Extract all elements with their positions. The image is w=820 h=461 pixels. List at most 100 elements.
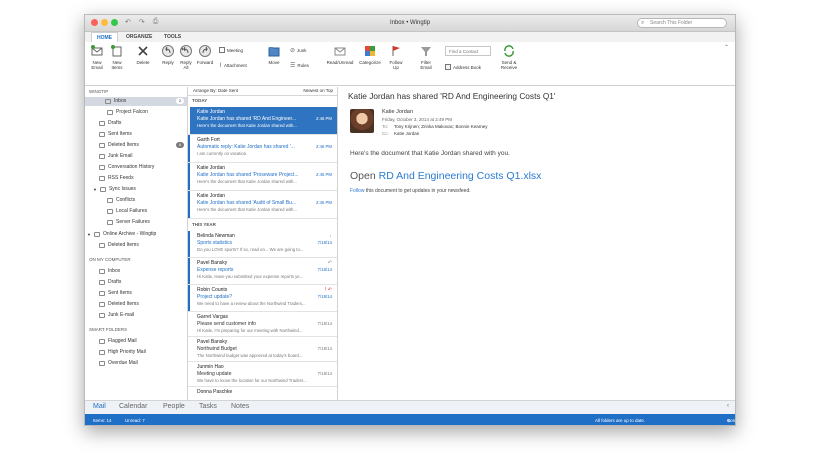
follow-up-button[interactable]: Follow Up — [385, 44, 407, 70]
filter-email-button[interactable]: Filter Email — [415, 44, 437, 70]
sort-order-dropdown[interactable]: Newest on Top — [303, 87, 333, 95]
envelope-icon — [334, 47, 346, 56]
folder-rss[interactable]: RSS Feeds — [99, 174, 134, 183]
tab-tools[interactable]: TOOLS — [159, 32, 186, 42]
nav-people[interactable]: People — [163, 403, 185, 410]
replied-icon: ↶ — [327, 260, 332, 266]
address-book-icon — [445, 64, 451, 70]
folder-conflicts[interactable]: Conflicts — [107, 196, 135, 205]
archive-icon — [93, 232, 100, 237]
attachment-button[interactable]: ⌇ Attachment — [219, 62, 247, 69]
status-sync: All folders are up to date. — [595, 418, 646, 423]
delete-button[interactable]: Delete — [133, 44, 153, 65]
message-row[interactable]: Katie Jordan Katie Jordan has shared 'Au… — [188, 191, 337, 219]
send-receive-button[interactable]: Send & Receive — [497, 44, 521, 70]
folder-omc-inbox[interactable]: Inbox — [99, 267, 120, 276]
avatar[interactable] — [350, 109, 374, 133]
search-placeholder: Search This Folder — [650, 20, 693, 26]
account-header-wingtip[interactable]: WINGTIP — [89, 89, 108, 94]
reply-all-button[interactable]: Reply All — [177, 44, 195, 70]
folder-server-failures[interactable]: Server Failures — [107, 218, 150, 227]
address-book-button[interactable]: Address Book — [445, 64, 481, 70]
message-body-text: Here's the document that Katie Jordan sh… — [350, 150, 510, 157]
folder-local-failures[interactable]: Local Failures — [107, 207, 147, 216]
tab-organize[interactable]: ORGANIZE — [121, 32, 157, 42]
follow-document-link[interactable]: Follow — [350, 188, 364, 194]
junk-folder-icon — [99, 313, 105, 318]
expand-triangle-icon: ▼ — [93, 187, 97, 192]
message-row[interactable]: Katie Jordan Katie Jordan has shared 'RD… — [188, 107, 337, 135]
search-input[interactable]: ⌕ Search This Folder — [637, 18, 727, 28]
nav-calendar[interactable]: Calendar — [119, 403, 147, 410]
junk-button[interactable]: ⊘ Junk — [290, 47, 307, 54]
folder-deleted[interactable]: Deleted Items 8 — [99, 141, 187, 150]
message-row[interactable]: Garth Fort Automatic reply: Katie Jordan… — [188, 135, 337, 163]
new-items-button[interactable]: New Items — [107, 44, 127, 70]
on-my-computer-header[interactable]: ON MY COMPUTER — [89, 257, 131, 262]
tab-home[interactable]: HOME — [91, 32, 118, 42]
folder-icon — [107, 110, 113, 115]
message-row[interactable]: Pavel Bansky Northwind Budget The Northw… — [188, 337, 337, 362]
group-header-this-year[interactable]: THIS YEAR — [192, 222, 216, 227]
message-date: Friday, October 3, 2014 at 2:49 PM — [382, 117, 452, 122]
categorize-button[interactable]: Categorize — [357, 44, 383, 65]
open-document-link[interactable]: RD And Engineering Costs Q1.xlsx — [379, 170, 542, 182]
delete-icon — [138, 46, 148, 56]
to-recipients: To: Tony Krijnen; Zrinka Makovac; Bonnie … — [382, 124, 488, 129]
folder-drafts[interactable]: Drafts — [99, 119, 121, 128]
trash-icon — [99, 143, 105, 148]
junk-folder-icon — [99, 154, 105, 159]
folder-archive-deleted[interactable]: Deleted Items — [99, 241, 139, 250]
folder-conversation-history[interactable]: Conversation History — [99, 163, 154, 172]
message-row[interactable]: Katie Jordan Katie Jordan has shared 'Pr… — [188, 163, 337, 191]
folder-junk[interactable]: Junk Email — [99, 152, 132, 161]
message-row[interactable]: Robin Counts Project update? We need to … — [188, 285, 337, 312]
arrange-by-dropdown[interactable]: Arrange By: Date Sent — [193, 87, 238, 95]
message-row[interactable]: Donna Paschke — [188, 387, 337, 400]
folder-overdue[interactable]: Overdue Mail — [99, 359, 138, 368]
account-online-archive[interactable]: ▼ Online Archive - Wingtip — [87, 230, 156, 239]
folder-omc-junk[interactable]: Junk E-mail — [99, 311, 134, 320]
forward-button[interactable]: Forward — [195, 44, 215, 65]
folder-omc-deleted[interactable]: Deleted Items — [99, 300, 139, 309]
nav-notes[interactable]: Notes — [231, 403, 249, 410]
reply-button[interactable]: Reply — [159, 44, 177, 65]
smart-folders-header[interactable]: SMART FOLDERS — [89, 327, 127, 332]
group-header-today[interactable]: TODAY — [192, 98, 207, 103]
folder-high-priority[interactable]: High Priority Mail — [99, 348, 146, 357]
cc-recipients: Cc: Katie Jordan — [382, 131, 420, 136]
move-button[interactable]: Move — [265, 44, 283, 65]
folder-sent[interactable]: Sent Items — [99, 130, 132, 139]
meeting-button[interactable]: Meeting — [219, 47, 243, 53]
arrange-bar: Arrange By: Date Sent Newest on Top — [188, 87, 337, 96]
new-email-button[interactable]: New Email — [87, 44, 107, 70]
message-list: Arrange By: Date Sent Newest on Top TODA… — [188, 87, 338, 400]
collapse-pane-icon[interactable]: ‹ — [727, 403, 729, 409]
message-row[interactable]: Junmin Hao Meeting update We have to mov… — [188, 362, 337, 387]
rules-button[interactable]: ☰ Rules — [290, 62, 309, 69]
folder-sync-issues[interactable]: ▼ Sync Issues — [93, 185, 136, 194]
high-importance-icon: ! ↶ — [325, 287, 332, 293]
folder-omc-drafts[interactable]: Drafts — [99, 278, 121, 287]
rss-icon — [99, 176, 105, 181]
sent-icon — [99, 132, 105, 137]
find-contact-input[interactable]: Find a Contact — [445, 46, 491, 56]
message-row[interactable]: Garret Vargas Please send customer info … — [188, 312, 337, 337]
sender-name[interactable]: Katie Jordan — [382, 109, 413, 115]
nav-tasks[interactable]: Tasks — [199, 403, 217, 410]
nav-mail[interactable]: Mail — [93, 403, 106, 410]
move-folder-icon — [268, 47, 280, 57]
paperclip-icon: ⌇ — [219, 63, 222, 69]
read-unread-button[interactable]: Read/Unread — [325, 44, 355, 65]
new-email-icon — [91, 45, 103, 56]
message-row[interactable]: Belinda Newman Sports statistics Do you … — [188, 231, 337, 258]
module-navigation: Mail Calendar People Tasks Notes ‹ — [85, 400, 735, 414]
collapse-ribbon-icon[interactable]: ⌃ — [724, 44, 729, 51]
folder-omc-sent[interactable]: Sent Items — [99, 289, 132, 298]
expand-triangle-icon: ▼ — [87, 232, 91, 237]
folder-flagged[interactable]: Flagged Mail — [99, 337, 137, 346]
folder-inbox[interactable]: Inbox 2 — [85, 97, 187, 106]
inbox-icon — [99, 269, 105, 274]
folder-project-falcon[interactable]: Project Falcon — [107, 108, 148, 117]
message-row[interactable]: Pavel Bansky Expense reports Hi Katie, H… — [188, 258, 337, 285]
